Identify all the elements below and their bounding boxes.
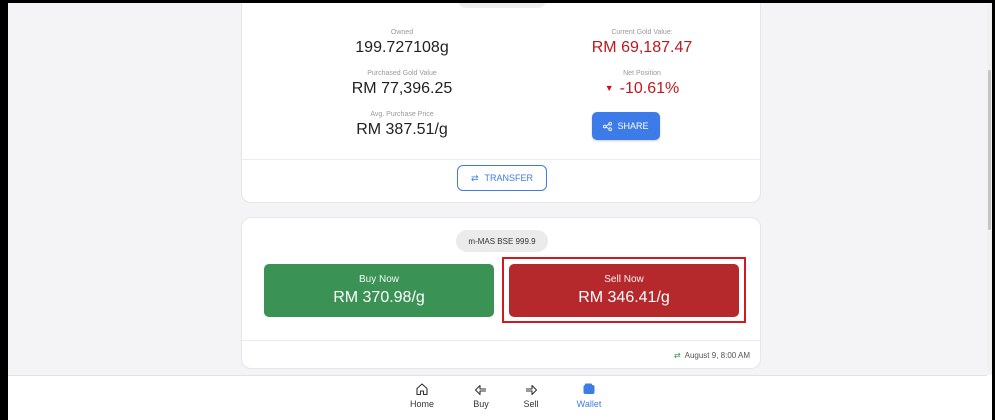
avg-price-label: Avg. Purchase Price [370, 111, 434, 118]
sell-icon [526, 384, 538, 396]
owned-label: Owned [390, 29, 414, 36]
net-position-label: Net Position [623, 70, 661, 77]
nav-label-home: Home [409, 399, 434, 409]
home-icon [416, 383, 428, 396]
holdings-summary-card: Owned 199.727108g Current Gold Value: RM… [241, 3, 761, 203]
owned-stat: Owned 199.727108g [302, 29, 502, 57]
wallet-page: Owned 199.727108g Current Gold Value: RM… [8, 3, 987, 375]
nav-item-sell[interactable]: Sell [511, 382, 551, 409]
net-position-stat: Net Position ▼ -10.61% [542, 70, 742, 98]
owned-value: 199.727108g [355, 39, 449, 56]
nav-label-sell: Sell [523, 399, 539, 409]
avg-price-value: RM 387.51/g [356, 121, 448, 138]
share-label: SHARE [617, 121, 649, 131]
nav-item-buy[interactable]: Buy [461, 382, 501, 409]
transfer-arrows-icon: ⇄ [470, 172, 479, 183]
transfer-label: TRANSFER [484, 173, 534, 183]
scrollbar-thumb[interactable] [988, 70, 991, 230]
avg-price-stat: Avg. Purchase Price RM 387.51/g [302, 111, 502, 139]
net-position-display: ▼ -10.61% [542, 80, 742, 98]
wallet-icon [583, 383, 595, 394]
purchased-stat: Purchased Gold Value RM 77,396.25 [302, 70, 502, 98]
buy-icon [474, 384, 486, 396]
buy-now-button[interactable]: Buy Now RM 370.98/g [264, 264, 494, 317]
buy-price: RM 370.98/g [333, 289, 425, 306]
current-value: RM 69,187.47 [591, 39, 693, 56]
asset-name-badge: m-MAS BSE 999.9 [456, 230, 548, 252]
down-arrow-icon: ▼ [604, 83, 614, 93]
buy-now-label: Buy Now [358, 274, 399, 285]
sell-now-label: Sell Now [604, 274, 644, 285]
bottom-navigation: Home Buy Sell Wallet [8, 375, 987, 420]
nav-label-wallet: Wallet [576, 399, 602, 409]
price-card: m-MAS BSE 999.9 Buy Now RM 370.98/g Sell… [241, 217, 761, 369]
current-value-label: Current Gold Value: [611, 29, 673, 36]
last-updated-time: August 9, 8:00 AM [684, 351, 750, 360]
sync-icon: ⇄ [673, 351, 681, 360]
share-icon [603, 121, 613, 131]
purchased-value: RM 77,396.25 [351, 80, 453, 97]
screenshot-frame-left [0, 0, 8, 420]
nav-label-buy: Buy [473, 399, 489, 409]
sell-now-button[interactable]: Sell Now RM 346.41/g [509, 264, 739, 317]
current-value-stat: Current Gold Value: RM 69,187.47 [542, 29, 742, 57]
share-button[interactable]: SHARE [592, 112, 660, 140]
divider [242, 159, 760, 160]
nav-item-wallet[interactable]: Wallet [569, 382, 609, 409]
divider [242, 340, 760, 341]
purchased-label: Purchased Gold Value [367, 70, 437, 77]
net-position-value: -10.61% [619, 80, 680, 97]
transfer-button[interactable]: ⇄ TRANSFER [457, 165, 547, 191]
summary-header-pill [457, 3, 547, 8]
nav-item-home[interactable]: Home [402, 382, 442, 409]
last-updated: ⇄ August 9, 8:00 AM [674, 351, 750, 360]
sell-price: RM 346.41/g [578, 289, 670, 306]
